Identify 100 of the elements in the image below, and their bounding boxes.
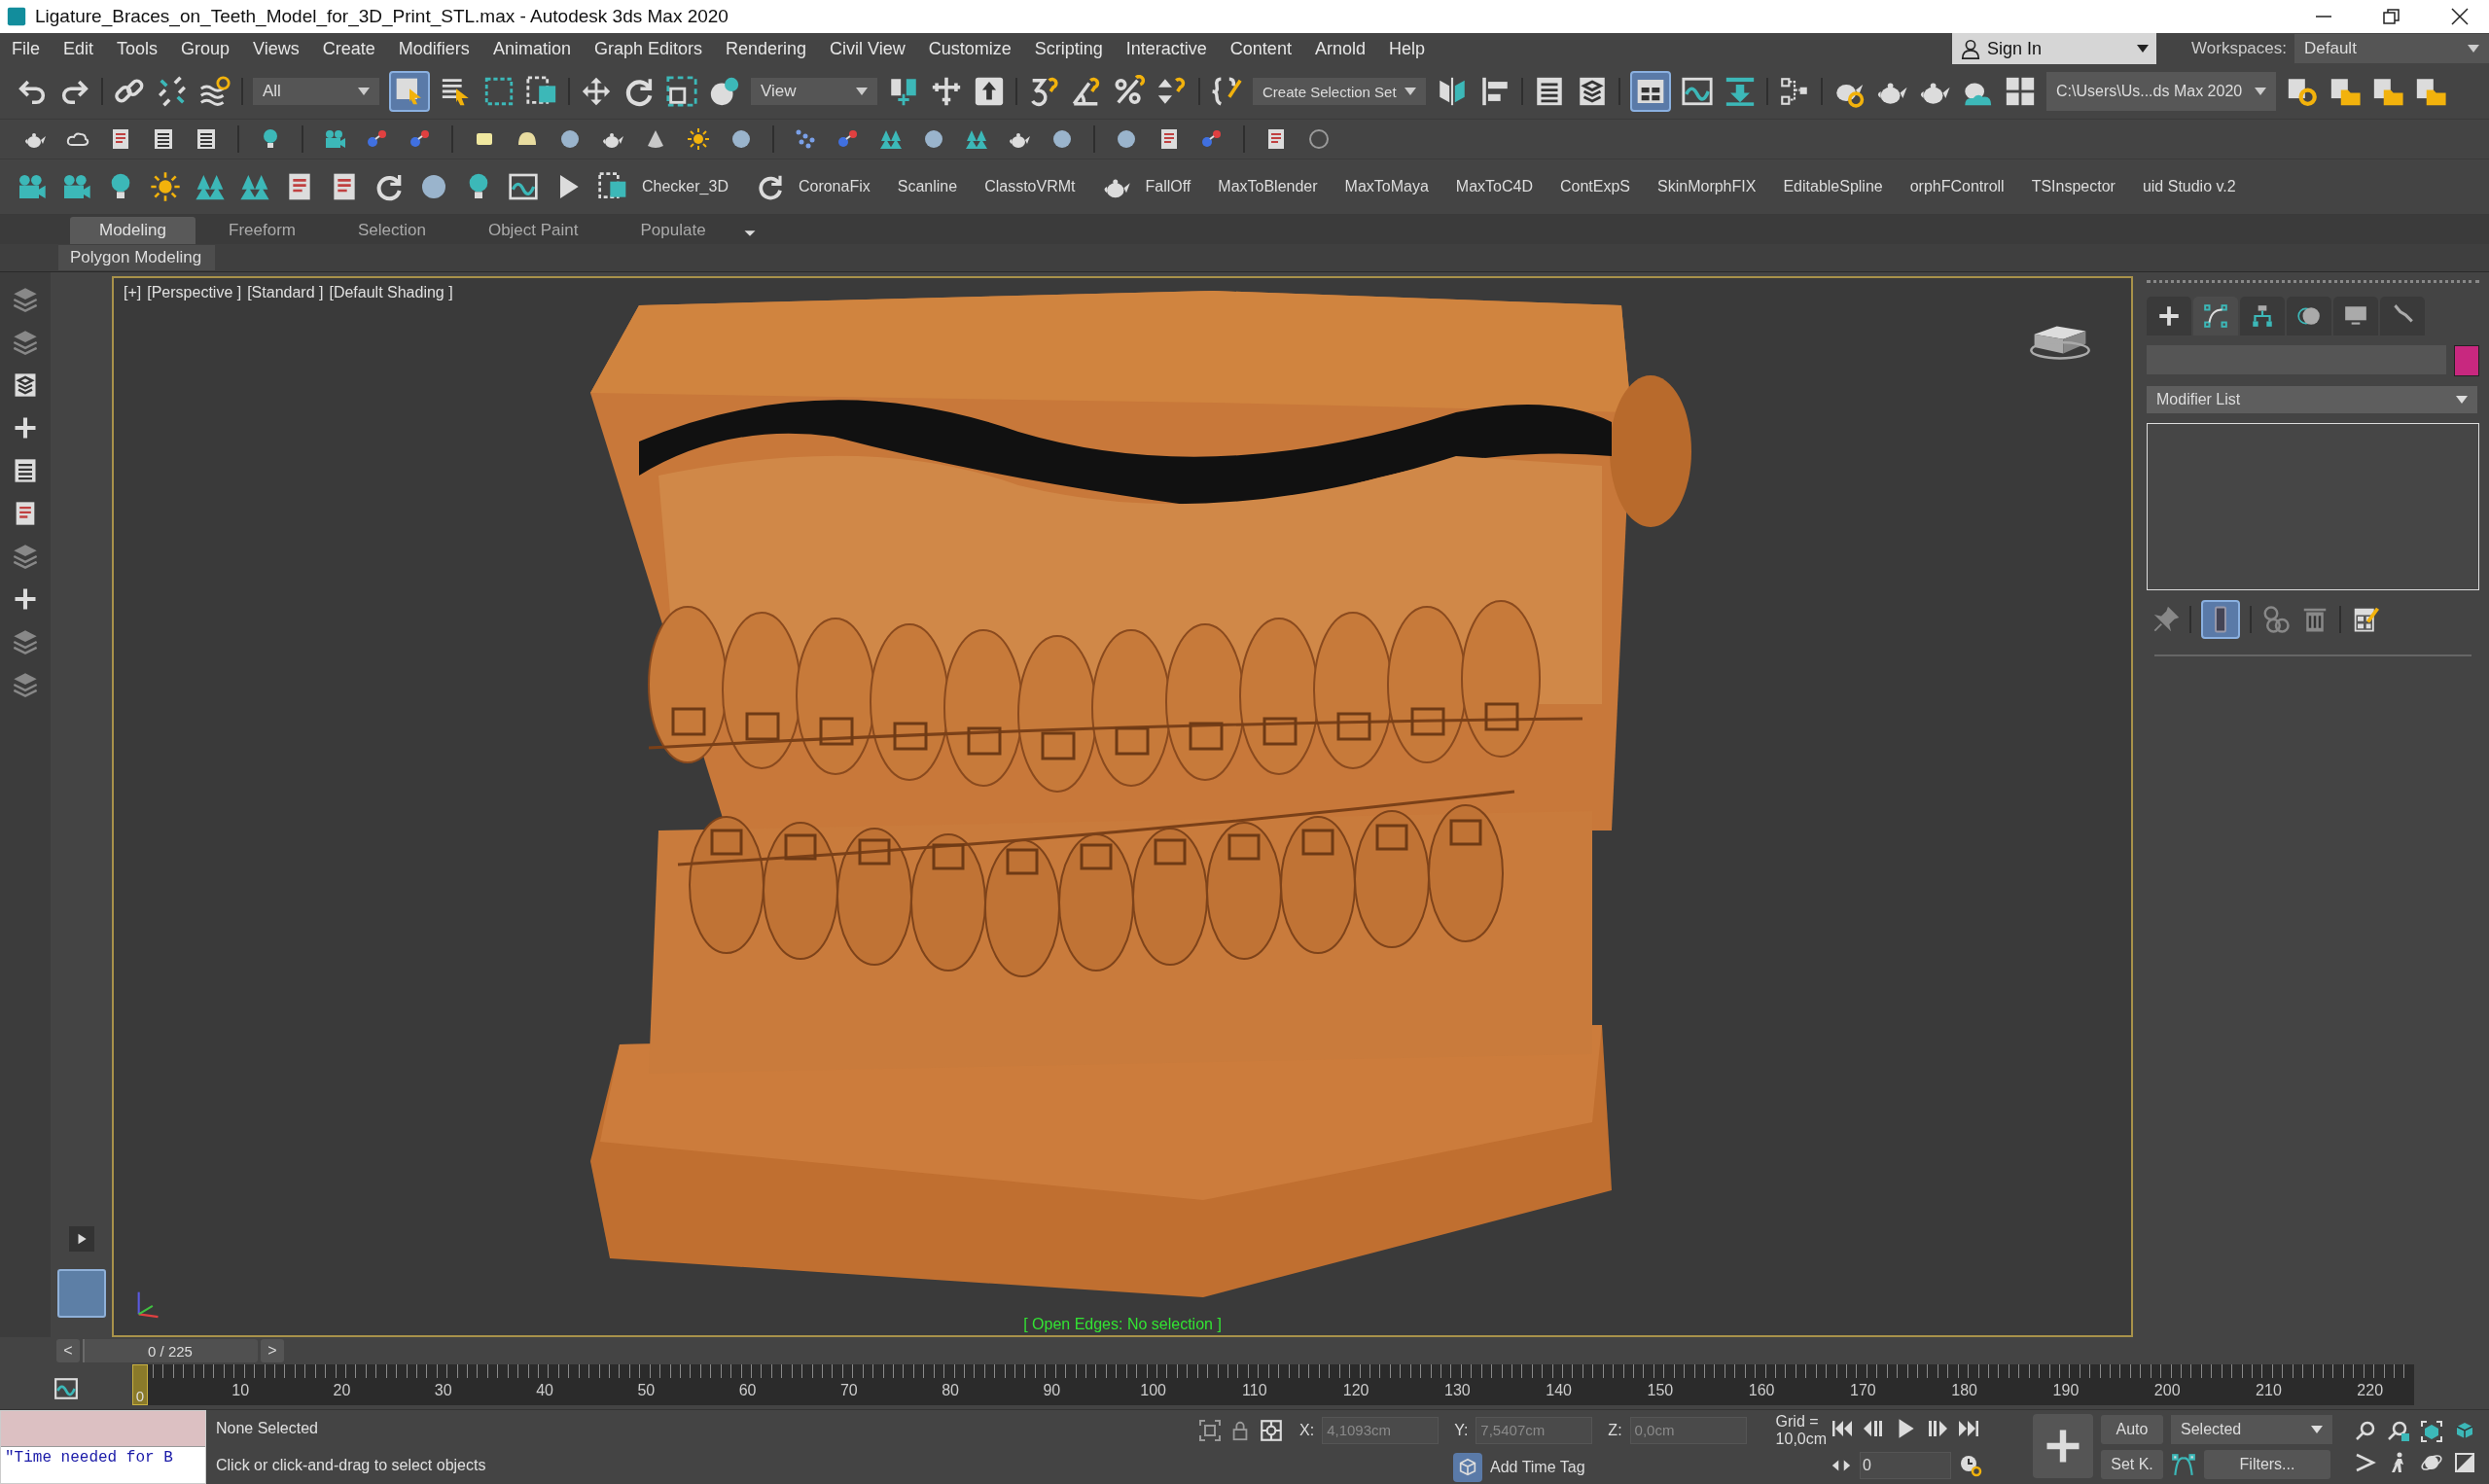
script-button[interactable]: MaxToBlender	[1218, 178, 1332, 195]
show-end-result-button[interactable]	[2201, 600, 2240, 639]
ribbon-toggle-button[interactable]	[1630, 71, 1671, 112]
zoom-square-icon[interactable]	[2387, 1420, 2410, 1443]
wave-icon[interactable]	[1681, 75, 1714, 108]
cross-icon[interactable]	[930, 75, 963, 108]
project-folder-dropdown[interactable]: C:\Users\Us...ds Max 2020	[2046, 72, 2276, 111]
sphere-icon[interactable]	[558, 127, 582, 151]
menu-item[interactable]: Rendering	[714, 38, 819, 59]
maximize-icon[interactable]	[2453, 1451, 2476, 1474]
wave-icon[interactable]	[508, 171, 539, 202]
script-button[interactable]: ContExpS	[1560, 178, 1645, 195]
script-button[interactable]: CoronaFix	[798, 178, 884, 195]
menu-item[interactable]: File	[0, 38, 52, 59]
viewport[interactable]: [+] [Perspective ] [Standard ] [Default Shading ] [ Open Edges: No selection ]	[112, 276, 2133, 1337]
scale-icon[interactable]	[665, 75, 698, 108]
wave-icon[interactable]	[53, 1376, 79, 1401]
camera-icon[interactable]	[323, 127, 346, 151]
selection-filter-dropdown[interactable]: All	[253, 78, 379, 105]
circles-icon[interactable]	[2261, 605, 2291, 634]
dashed-square-icon[interactable]	[482, 75, 516, 108]
frame-icon[interactable]	[1198, 1418, 1222, 1442]
viewport-menu-label[interactable]: [Standard ]	[247, 284, 324, 301]
modifier-list-dropdown[interactable]: Modifier List	[2147, 386, 2477, 413]
expand-button[interactable]	[68, 1226, 94, 1252]
menu-item[interactable]: Content	[1218, 38, 1303, 59]
braces-icon[interactable]	[1210, 75, 1243, 108]
set-key-button[interactable]	[2033, 1414, 2093, 1478]
stack-icon[interactable]	[12, 329, 39, 356]
reference-coordinate-dropdown[interactable]: View	[751, 78, 877, 105]
script-button[interactable]: FallOff	[1145, 178, 1205, 195]
sun-icon[interactable]	[150, 171, 181, 202]
sign-in-button[interactable]: Sign In	[1952, 33, 2157, 64]
listener-output-field[interactable]: "Time needed for B	[1, 1447, 205, 1483]
script-button[interactable]: SkinMorphFIX	[1657, 178, 1770, 195]
table-icon[interactable]	[195, 127, 218, 151]
menu-item[interactable]: Tools	[105, 38, 170, 59]
menu-item[interactable]: Modifiers	[386, 38, 481, 59]
object-color-swatch[interactable]	[2454, 345, 2479, 376]
script-button[interactable]: orphFControll	[1909, 178, 2018, 195]
script-button[interactable]: Scanline	[897, 178, 972, 195]
menu-item[interactable]: Group	[169, 38, 242, 59]
add-time-tag-button[interactable]: Add Time Tag	[1453, 1452, 1585, 1482]
menu-item[interactable]: Edit	[52, 38, 106, 59]
viewport-layout-tab[interactable]	[56, 1269, 106, 1318]
modify-tab[interactable]	[2193, 297, 2238, 336]
move-icon[interactable]	[580, 75, 613, 108]
display-tab[interactable]	[2333, 297, 2378, 336]
ribbon-panel-title[interactable]: Polygon Modeling	[58, 245, 216, 270]
utilities-tab[interactable]	[2380, 297, 2425, 336]
stack-icon[interactable]	[12, 628, 39, 655]
viewport-menu-label[interactable]: [+]	[124, 284, 142, 301]
stack-icon[interactable]	[12, 286, 39, 313]
script-button[interactable]: MaxToMaya	[1344, 178, 1442, 195]
ribbon-tab[interactable]: Freeform	[199, 217, 325, 244]
unlink-icon[interactable]	[156, 75, 189, 108]
auto-key-button[interactable]: Auto	[2101, 1415, 2163, 1444]
pin-icon[interactable]	[2152, 606, 2180, 633]
menu-item[interactable]: Create	[310, 38, 387, 59]
set-key-mode-button[interactable]: Set K.	[2101, 1450, 2163, 1479]
zoom-extents-icon[interactable]	[2420, 1420, 2443, 1443]
named-selection-dropdown[interactable]: Create Selection Set	[1253, 78, 1426, 105]
menu-item[interactable]: Scripting	[1022, 38, 1115, 59]
bind-icon[interactable]	[198, 75, 231, 108]
motion-tab[interactable]	[2287, 297, 2331, 336]
ribbon-tab[interactable]: Selection	[328, 217, 455, 244]
script-button[interactable]: MaxToC4D	[1455, 178, 1547, 195]
images-icon[interactable]	[2004, 75, 2037, 108]
script-button[interactable]: EditableSpline	[1783, 178, 1897, 195]
key-filter-dropdown[interactable]: Selected	[2171, 1415, 2332, 1444]
viewport-menu-label[interactable]: [Perspective ]	[147, 284, 242, 301]
viewport-menu-label[interactable]: [Default Shading ]	[329, 284, 453, 301]
track-bar[interactable]: 0 10 20 30 40 50 60 70 80 90 100 110 120 130 140 150 160 170 180 190 200 210 220	[132, 1364, 2414, 1405]
sphere-icon[interactable]	[729, 127, 753, 151]
dots-icon[interactable]	[794, 127, 817, 151]
menu-item[interactable]: Arnold	[1302, 38, 1377, 59]
hierarchy-tab[interactable]	[2240, 297, 2285, 336]
current-frame-field[interactable]: 0	[1860, 1451, 1951, 1479]
menu-item[interactable]: Help	[1376, 38, 1437, 59]
menu-item[interactable]: Views	[241, 38, 311, 59]
crosshair-icon[interactable]	[1259, 1417, 1284, 1443]
ribbon-tab[interactable]: Object Paint	[458, 217, 608, 244]
script-button[interactable]: uid Studio v.2	[2142, 178, 2250, 195]
previous-frame-button[interactable]: <	[56, 1339, 80, 1362]
next-frame-button[interactable]: >	[261, 1339, 284, 1362]
select-object-button[interactable]	[389, 71, 430, 112]
ribbon-tab[interactable]: Populate	[611, 217, 735, 244]
up-arrow-box-icon[interactable]	[973, 75, 1006, 108]
sphere-icon[interactable]	[1050, 127, 1074, 151]
curve-icon[interactable]	[2171, 1452, 2196, 1477]
menu-item[interactable]: Customize	[916, 38, 1023, 59]
script-button[interactable]: ClasstoVRMt	[984, 178, 1089, 195]
create-tab[interactable]	[2147, 297, 2191, 336]
sphere-icon[interactable]	[922, 127, 945, 151]
menu-item[interactable]: Interactive	[1114, 38, 1219, 59]
stack-icon[interactable]	[12, 543, 39, 570]
sphere-icon[interactable]	[1115, 127, 1138, 151]
script-button[interactable]: TSInspector	[2031, 178, 2129, 195]
menu-item[interactable]: Graph Editors	[582, 38, 714, 59]
table-icon[interactable]	[152, 127, 175, 151]
